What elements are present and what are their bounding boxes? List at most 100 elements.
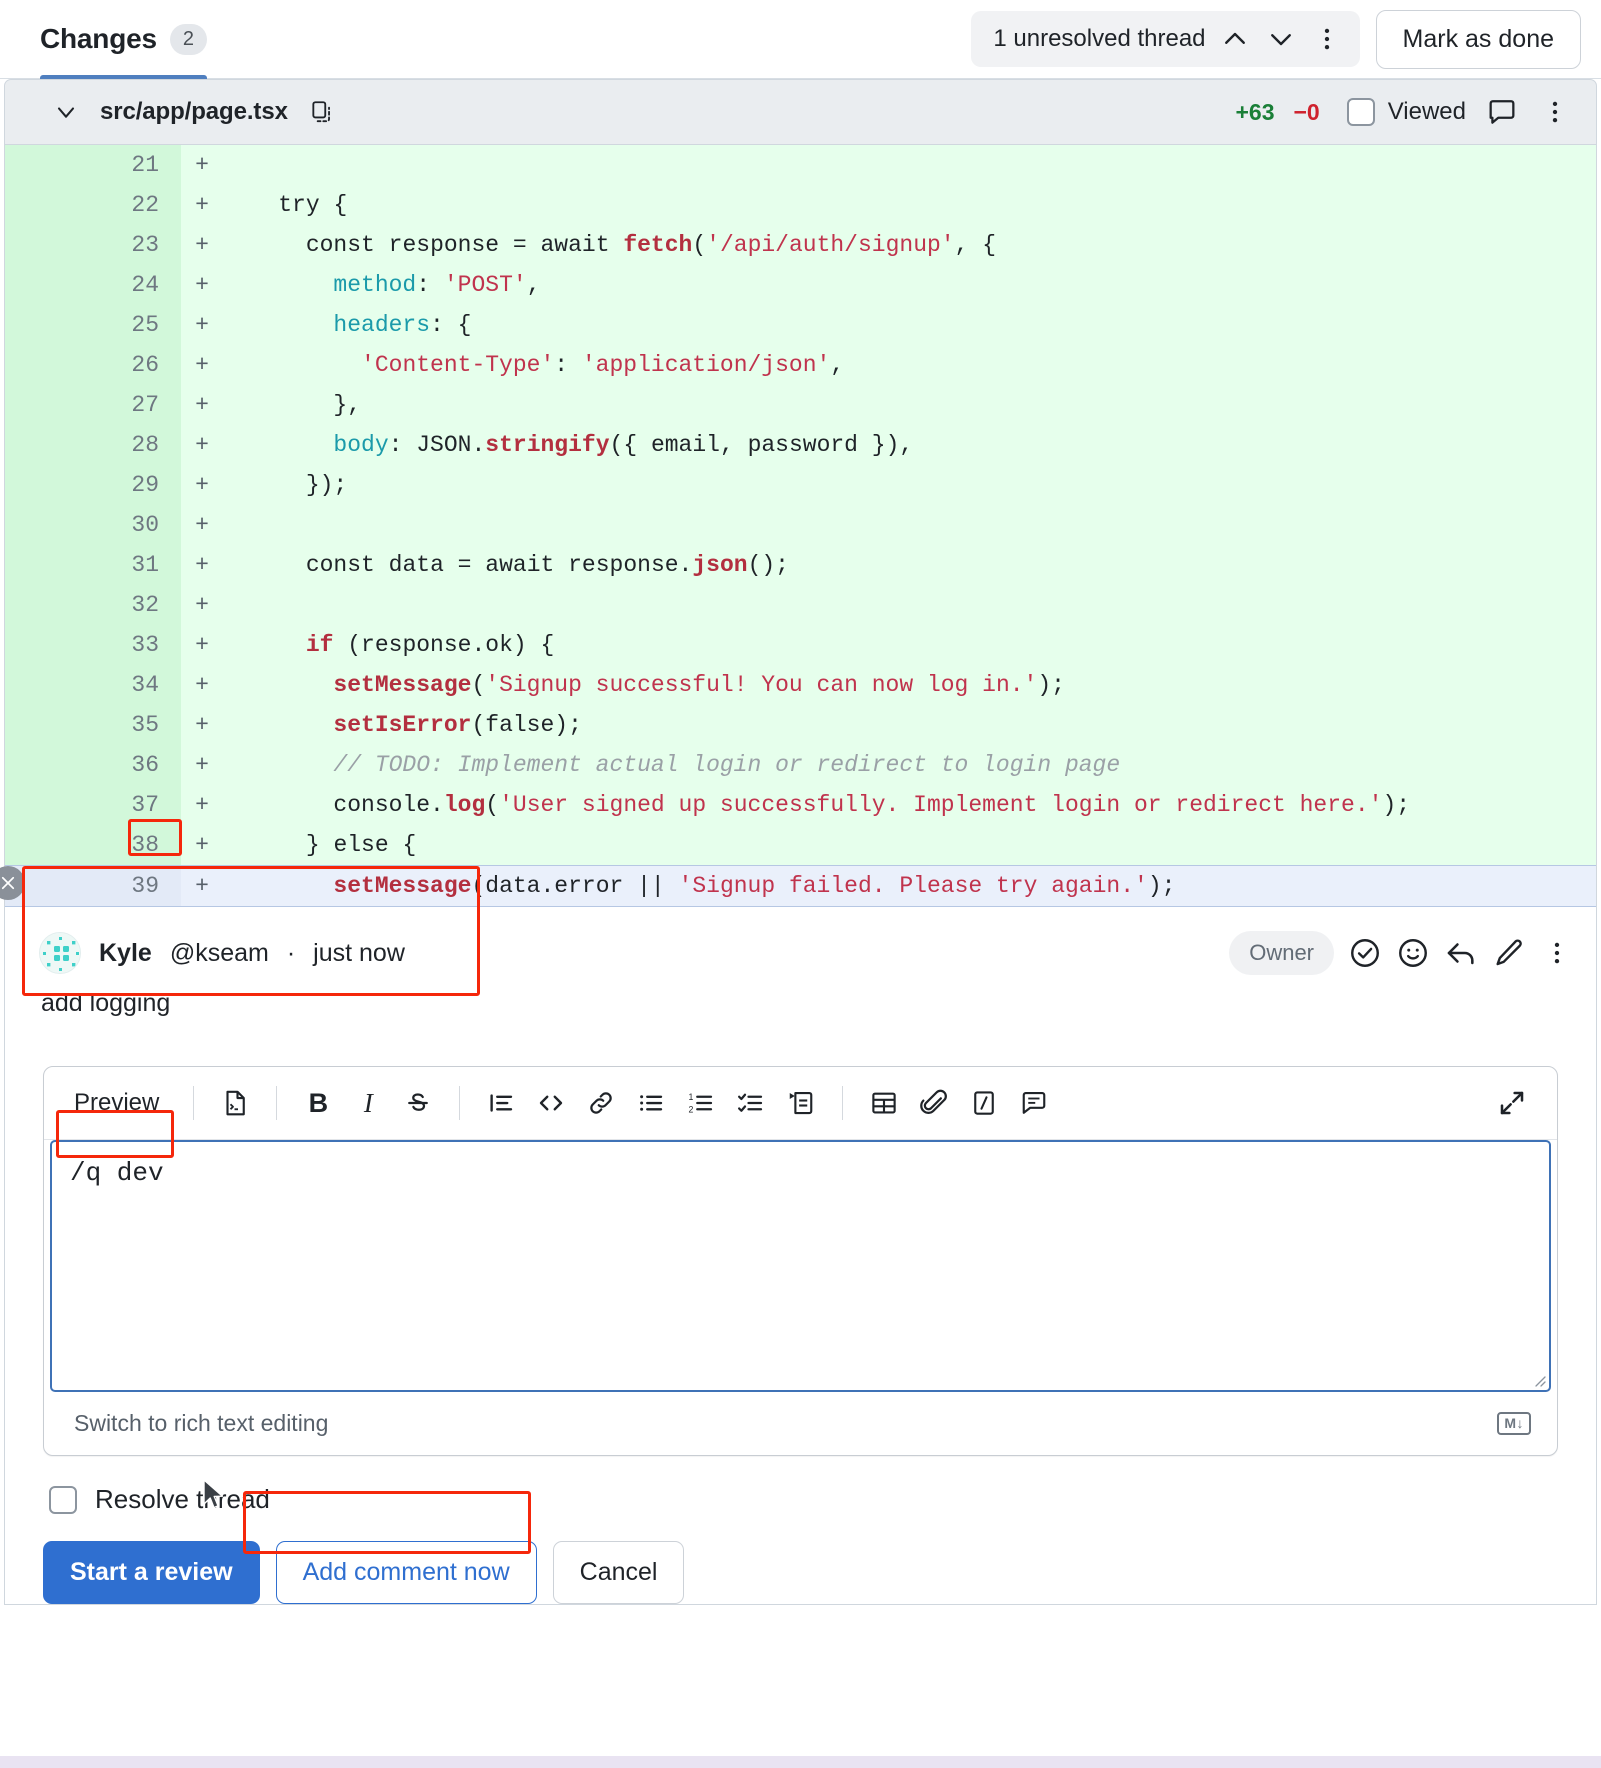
diff-line-number[interactable]: 24: [5, 265, 181, 305]
chevron-up-icon[interactable]: [1218, 22, 1252, 56]
diff-line-number[interactable]: 30: [5, 505, 181, 545]
indent-quote-icon[interactable]: [778, 1081, 824, 1125]
diff-line-number[interactable]: 21: [5, 145, 181, 185]
diff-line[interactable]: 37 + console.log('User signed up successf…: [5, 785, 1596, 825]
inline-code-icon[interactable]: [528, 1081, 574, 1125]
diff-line-number[interactable]: 23: [5, 225, 181, 265]
diff-line[interactable]: 33 + if (response.ok) {: [5, 625, 1596, 665]
diff-line-code: setIsError(false);: [333, 712, 582, 738]
diff-line-marker: +: [195, 752, 209, 778]
chevron-down-icon[interactable]: [49, 95, 83, 129]
check-circle-icon[interactable]: [1348, 936, 1382, 970]
heading-icon[interactable]: [478, 1081, 524, 1125]
chevron-down-icon[interactable]: [1264, 22, 1298, 56]
saved-replies-icon[interactable]: [1011, 1081, 1057, 1125]
comment-thread: Kyle @kseam · just now Owner add logging…: [4, 907, 1597, 1605]
diff-line-number[interactable]: 28: [5, 425, 181, 465]
diff-line-marker: +: [195, 873, 209, 899]
mark-as-done-button[interactable]: Mark as done: [1375, 9, 1581, 69]
link-icon[interactable]: [578, 1081, 624, 1125]
comment-author-handle[interactable]: @kseam: [170, 939, 269, 968]
unresolved-thread-label: 1 unresolved thread: [993, 25, 1206, 52]
kebab-menu-icon[interactable]: [1538, 95, 1572, 129]
copy-path-icon[interactable]: [305, 95, 339, 129]
diff-line-number[interactable]: 31: [5, 545, 181, 585]
resolve-thread-row: Resolve thread: [49, 1479, 1596, 1515]
comment-meta-separator: ·: [286, 938, 296, 967]
kebab-menu-icon[interactable]: [1310, 22, 1344, 56]
toolbar-divider: [276, 1086, 278, 1120]
diff-line-number[interactable]: 38: [5, 825, 181, 865]
diff-line[interactable]: 28 + body: JSON.stringify({ email, passwo…: [5, 425, 1596, 465]
diff-line[interactable]: 38 + } else {: [5, 825, 1596, 865]
bulleted-list-icon[interactable]: [628, 1081, 674, 1125]
diff-line[interactable]: 34 + setMessage('Signup successful! You c…: [5, 665, 1596, 705]
diff-line[interactable]: 32 +: [5, 585, 1596, 625]
add-comment-now-button[interactable]: Add comment now: [275, 1541, 537, 1604]
cancel-button[interactable]: Cancel: [552, 1541, 685, 1604]
pencil-edit-icon[interactable]: [1492, 936, 1526, 970]
preview-button[interactable]: Preview: [70, 1083, 175, 1123]
kebab-menu-icon[interactable]: [1540, 936, 1574, 970]
markdown-icon[interactable]: M↓: [1497, 1411, 1531, 1436]
editor-footer: Switch to rich text editing M↓: [44, 1392, 1557, 1455]
comment-timestamp: just now: [313, 938, 405, 967]
strikethrough-icon[interactable]: [395, 1081, 441, 1125]
diff-line-number[interactable]: 35: [5, 705, 181, 745]
diff-line[interactable]: 36 + // TODO: Implement actual login or r…: [5, 745, 1596, 785]
diff-line[interactable]: 22 + try {: [5, 185, 1596, 225]
diff-line[interactable]: 27 + },: [5, 385, 1596, 425]
diff-line[interactable]: 29 + });: [5, 465, 1596, 505]
file-path-label[interactable]: src/app/page.tsx: [100, 98, 288, 126]
user-avatar[interactable]: [39, 932, 81, 974]
diff-line[interactable]: 23 + const response = await fetch('/api/a…: [5, 225, 1596, 265]
diff-line[interactable]: 30 +: [5, 505, 1596, 545]
diff-line-number[interactable]: 32: [5, 585, 181, 625]
diff-line[interactable]: 31 + const data = await response.json();: [5, 545, 1596, 585]
diff-line-number[interactable]: 37: [5, 785, 181, 825]
diff-line-marker: +: [195, 272, 209, 298]
slash-command-icon[interactable]: [961, 1081, 1007, 1125]
viewed-checkbox[interactable]: Viewed: [1346, 98, 1466, 126]
diff-line-number[interactable]: 27: [5, 385, 181, 425]
diff-line-number[interactable]: 29: [5, 465, 181, 505]
resolve-thread-checkbox[interactable]: [49, 1485, 77, 1514]
comment-textarea[interactable]: /q dev: [50, 1140, 1551, 1392]
diff-line-code: [223, 145, 1596, 185]
attachment-paperclip-icon[interactable]: [911, 1081, 957, 1125]
diff-line-selected[interactable]: 39 + setMessage(data.error || 'Signup fai…: [0, 865, 1596, 907]
comment-icon[interactable]: [1485, 95, 1519, 129]
tab-changes[interactable]: Changes 2: [36, 0, 219, 79]
diff-line-number[interactable]: 26: [5, 345, 181, 385]
diff-line[interactable]: 26 + 'Content-Type': 'application/json',: [5, 345, 1596, 385]
expand-diagonal-icon[interactable]: [1489, 1081, 1535, 1125]
bold-icon[interactable]: B: [295, 1081, 341, 1125]
diff-line-number[interactable]: 34: [5, 665, 181, 705]
numbered-list-icon[interactable]: 12: [678, 1081, 724, 1125]
comment-header: Kyle @kseam · just now Owner: [39, 931, 1574, 975]
italic-icon[interactable]: I: [345, 1081, 391, 1125]
viewed-checkbox-box[interactable]: [1346, 98, 1375, 126]
task-list-icon[interactable]: [728, 1081, 774, 1125]
diff-line[interactable]: 24 + method: 'POST',: [5, 265, 1596, 305]
textarea-resize-handle[interactable]: [1530, 1371, 1546, 1387]
switch-to-rich-text-button[interactable]: Switch to rich text editing: [74, 1410, 328, 1437]
table-icon[interactable]: [861, 1081, 907, 1125]
diff-line[interactable]: 21 +: [5, 145, 1596, 185]
diff-line[interactable]: 25 + headers: {: [5, 305, 1596, 345]
diff-line-marker: +: [195, 512, 209, 538]
diff-line-number[interactable]: 25: [5, 305, 181, 345]
start-a-review-button[interactable]: Start a review: [43, 1541, 260, 1604]
emoji-smiley-icon[interactable]: [1396, 936, 1430, 970]
tab-changes-label: Changes: [40, 23, 157, 54]
svg-text:2: 2: [689, 1104, 694, 1114]
comment-author-name[interactable]: Kyle: [99, 939, 152, 968]
reply-arrow-icon[interactable]: [1444, 936, 1478, 970]
diff-line-number[interactable]: 36: [5, 745, 181, 785]
diff-line-number[interactable]: 33: [5, 625, 181, 665]
diff-line-number[interactable]: 39: [5, 866, 181, 906]
diff-line-number[interactable]: 22: [5, 185, 181, 225]
diff-line-code: if (response.ok) {: [305, 632, 555, 658]
code-file-icon[interactable]: [212, 1081, 258, 1125]
diff-line[interactable]: 35 + setIsError(false);: [5, 705, 1596, 745]
